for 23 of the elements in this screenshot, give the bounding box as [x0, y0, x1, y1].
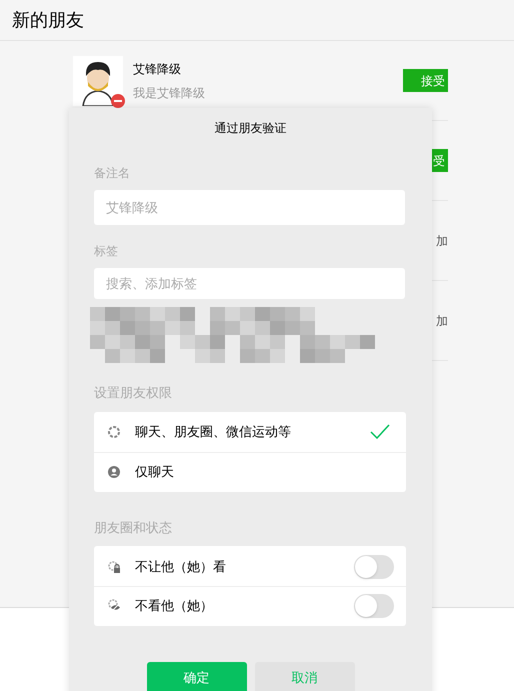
toggle-switch[interactable]: [354, 555, 394, 579]
friend-name: 艾锋降级: [133, 60, 182, 78]
toggle-label: 不看他（她）: [135, 596, 214, 615]
section-label: 设置朋友权限: [94, 384, 173, 402]
check-icon: [370, 424, 390, 439]
section-label: 朋友圈和状态: [94, 518, 173, 536]
field-label: 备注名: [94, 165, 131, 182]
friend-message: 我是艾锋降级: [133, 84, 206, 102]
toggle-switch[interactable]: [354, 594, 394, 618]
add-link[interactable]: 加: [436, 312, 448, 330]
tag-search-field[interactable]: 搜索、添加标签: [94, 268, 405, 299]
page-title: 新的朋友: [12, 8, 84, 32]
field-label: 标签: [94, 243, 119, 260]
add-link[interactable]: 加: [436, 232, 448, 250]
lock-icon: [108, 560, 121, 574]
remark-field[interactable]: 艾锋降级: [94, 190, 405, 225]
dialog-title: 通过朋友验证: [214, 120, 286, 137]
person-icon: [108, 466, 120, 478]
permission-option[interactable]: 仅聊天: [94, 452, 406, 492]
aperture-icon: [108, 426, 120, 438]
permission-option[interactable]: 聊天、朋友圈、微信运动等: [94, 412, 406, 452]
hidden-eye-icon: [108, 599, 121, 612]
toggle-label: 不让他（她）看: [135, 558, 227, 576]
